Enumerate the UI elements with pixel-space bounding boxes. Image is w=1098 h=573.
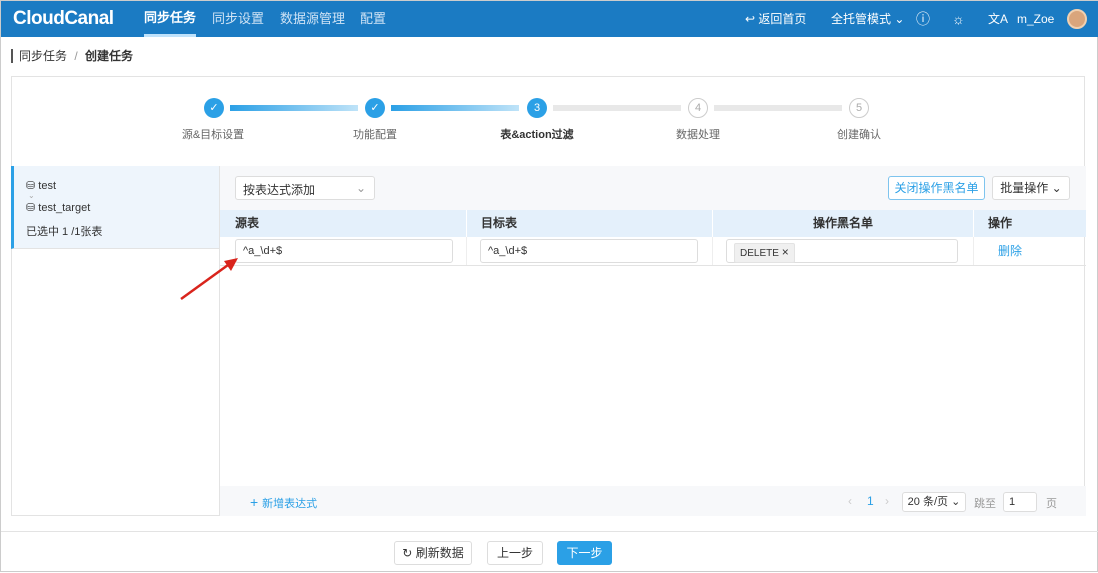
col-target: 目标表 <box>467 210 713 237</box>
step-5-label: 创建确认 <box>837 129 881 141</box>
next-step-button[interactable]: 下一步 <box>557 541 612 565</box>
step-connector <box>230 105 358 111</box>
mode-dropdown[interactable]: 全托管模式 ⌄ <box>831 1 904 37</box>
prev-step-button[interactable]: 上一步 <box>487 541 543 565</box>
chevron-down-icon: ⌄ <box>355 181 366 195</box>
delete-tag: DELETE × <box>734 243 795 263</box>
chevron-down-icon: ⌄ <box>28 191 35 200</box>
add-mode-select[interactable]: 按表达式添加 ⌄ <box>235 176 375 200</box>
target-db: ⛁ test_target <box>26 201 90 214</box>
col-action: 操作 <box>988 216 1013 230</box>
chevron-down-icon: ⌄ <box>891 12 905 26</box>
step-3-icon: 3 <box>527 98 547 118</box>
step-2-icon: ✓ <box>365 98 385 118</box>
nav-sync-tasks[interactable]: 同步任务 <box>144 1 197 37</box>
jump-input[interactable]: 1 <box>1003 492 1037 512</box>
username[interactable]: m_Zoe <box>1017 1 1054 37</box>
theme-icon[interactable]: ☼ <box>952 1 965 37</box>
tag-label: DELETE <box>740 248 779 259</box>
page-size-value: 20 条/页 <box>907 496 949 508</box>
table-row: ^a_\d+$ ^a_\d+$ DELETE × 删除 <box>220 237 1086 266</box>
refresh-icon: ↻ <box>402 546 416 560</box>
target-db-name: test_target <box>38 202 91 214</box>
annotation-arrow <box>180 258 238 301</box>
selected-count: 已选中 1 /1张表 <box>26 226 103 238</box>
col-source: 源表 <box>220 210 467 237</box>
add-expression-label: 新增表达式 <box>262 498 318 510</box>
nav-config[interactable]: 配置 <box>360 1 386 37</box>
logo: CloudCanal <box>13 8 114 29</box>
table-footer: + 新增表达式 ‹ 1 › 20 条/页 ⌄ 跳至 1 页 <box>220 486 1086 516</box>
close-blacklist-button[interactable]: 关闭操作黑名单 <box>888 176 985 200</box>
top-nav-bar: CloudCanal 同步任务 同步设置 数据源管理 配置 ↩ 返回首页 全托管… <box>1 1 1098 37</box>
page-size-select[interactable]: 20 条/页 ⌄ <box>902 492 966 512</box>
chevron-down-icon: ⌄ <box>951 496 961 508</box>
refresh-button[interactable]: ↻ 刷新数据 <box>394 541 472 565</box>
step-connector <box>553 105 681 111</box>
step-5-icon: 5 <box>849 98 869 118</box>
batch-ops-button[interactable]: 批量操作 ⌄ <box>992 176 1070 200</box>
col-blacklist: 操作黑名单 <box>713 210 974 237</box>
add-expression-button[interactable]: + 新增表达式 <box>250 494 317 511</box>
add-mode-value: 按表达式添加 <box>243 183 316 197</box>
step-2-label: 功能配置 <box>353 129 397 141</box>
delete-link[interactable]: 删除 <box>974 237 1086 265</box>
breadcrumb-current: 创建任务 <box>85 49 134 63</box>
batch-ops-label: 批量操作 <box>1000 181 1049 195</box>
close-icon[interactable]: × <box>782 245 789 259</box>
database-icon: ⛁ <box>26 202 39 214</box>
back-home-label: 返回首页 <box>758 12 807 26</box>
next-page-icon[interactable]: › <box>885 494 889 508</box>
breadcrumb-sep: / <box>74 49 78 63</box>
chevron-down-icon: ⌄ <box>1051 181 1062 195</box>
blacklist-input[interactable]: DELETE × <box>726 239 958 263</box>
source-table-input[interactable]: ^a_\d+$ <box>235 239 453 263</box>
db-mapping-panel[interactable]: ⛁ test ⌄ ⛁ test_target 已选中 1 /1张表 <box>11 166 219 249</box>
step-connector <box>714 105 842 111</box>
toolbar: 按表达式添加 ⌄ 关闭操作黑名单 批量操作 ⌄ <box>220 166 1086 210</box>
step-4-label: 数据处理 <box>676 129 720 141</box>
back-home-button[interactable]: ↩ 返回首页 <box>745 1 806 37</box>
filter-panel: 按表达式添加 ⌄ 关闭操作黑名单 批量操作 ⌄ 源表 目标表 操作黑名单 操作 ^… <box>219 166 1086 516</box>
plus-icon: + <box>250 494 263 510</box>
help-icon[interactable]: ⓘ <box>916 1 930 37</box>
step-4-icon: 4 <box>688 98 708 118</box>
step-1-label: 源&目标设置 <box>181 129 245 141</box>
avatar[interactable] <box>1067 9 1087 29</box>
step-1-icon: ✓ <box>204 98 224 118</box>
breadcrumb-parent[interactable]: 同步任务 <box>19 49 67 63</box>
breadcrumb: 同步任务 / 创建任务 <box>11 49 133 63</box>
nav-sync-settings[interactable]: 同步设置 <box>212 1 264 37</box>
step-connector <box>391 105 519 111</box>
bottom-bar: ↻ 刷新数据 上一步 下一步 <box>1 531 1098 573</box>
page-unit: 页 <box>1046 498 1057 510</box>
step-3-label: 表&action过滤 <box>500 129 574 141</box>
undo-icon: ↩ <box>745 12 759 26</box>
page-number[interactable]: 1 <box>867 494 874 508</box>
nav-datasource[interactable]: 数据源管理 <box>280 1 345 37</box>
jump-label: 跳至 <box>974 498 996 510</box>
target-table-input[interactable]: ^a_\d+$ <box>480 239 698 263</box>
prev-page-icon[interactable]: ‹ <box>848 494 852 508</box>
mode-label: 全托管模式 <box>831 12 892 26</box>
translate-icon[interactable]: 文A <box>988 1 1008 37</box>
table-header: 源表 目标表 操作黑名单 操作 <box>220 210 1086 237</box>
refresh-label: 刷新数据 <box>415 546 464 560</box>
source-db-name: test <box>38 180 57 192</box>
